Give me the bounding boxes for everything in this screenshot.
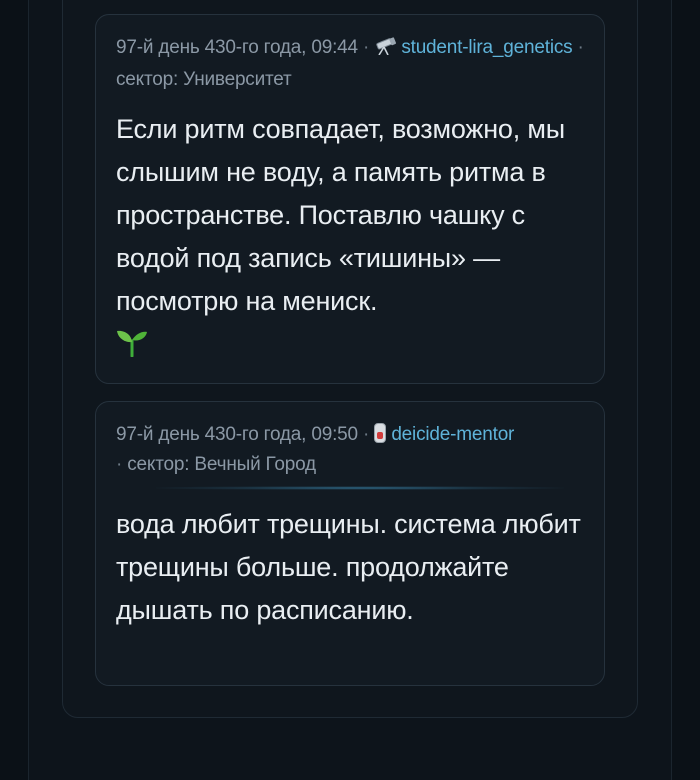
message-meta: 97-й день 430-го года, 09:50 · deicide-m… — [116, 420, 584, 480]
message-card: 97-й день 430-го года, 09:44 · student-l… — [95, 14, 605, 384]
sector-label: сектор: Вечный Город — [127, 454, 316, 475]
telescope-icon — [374, 35, 397, 65]
message-meta: 97-й день 430-го года, 09:44 · student-l… — [116, 33, 584, 95]
test-tube-icon — [374, 423, 387, 443]
meta-separator: · — [362, 37, 370, 58]
author-link[interactable]: deicide-mentor — [391, 424, 514, 445]
message-body: вода любит трещины. система любит трещин… — [116, 509, 581, 625]
message-text: Если ритм совпадает, возможно, мы слышим… — [116, 108, 584, 370]
author-link[interactable]: student-lira_genetics — [401, 37, 572, 58]
seedling-icon — [116, 327, 148, 370]
message-date: 97-й день 430-го года, 09:50 — [116, 424, 358, 445]
meta-separator: · — [116, 454, 123, 475]
glow-divider — [156, 486, 564, 490]
sector-label: сектор: Университет — [116, 69, 292, 90]
message-date: 97-й день 430-го года, 09:44 — [116, 37, 358, 58]
meta-separator: · — [362, 424, 370, 445]
message-card: 97-й день 430-го года, 09:50 · deicide-m… — [95, 401, 605, 686]
meta-separator: · — [577, 37, 584, 58]
message-text: вода любит трещины. система любит трещин… — [116, 503, 584, 632]
message-body: Если ритм совпадает, возможно, мы слышим… — [116, 114, 565, 316]
